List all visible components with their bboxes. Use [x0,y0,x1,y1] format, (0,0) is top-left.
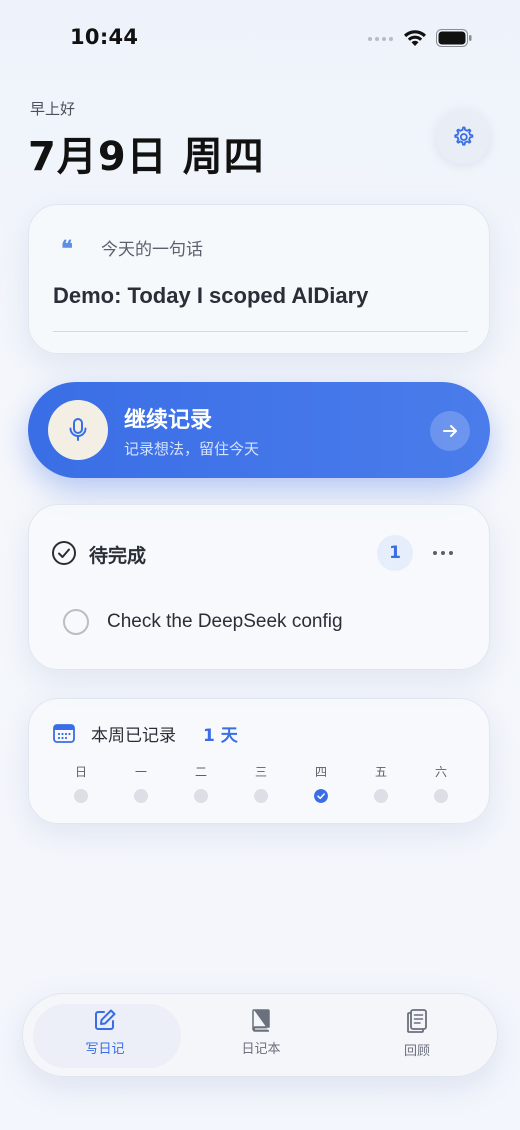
week-label: 本周已记录 [91,726,176,746]
arrow-right-button[interactable] [430,411,470,451]
day-dot [434,789,448,803]
day-recorded-check-icon [314,789,328,803]
day-name: 二 [194,765,207,779]
day-name: 一 [134,765,147,779]
tab-write-diary[interactable]: 写日记 [45,1008,165,1057]
cellular-signal-icon [368,37,393,41]
review-icon [407,1009,427,1033]
quote-icon: ❝ [61,236,73,262]
tab-diary-book[interactable]: 日记本 [201,1008,321,1057]
day-thursday: 四 [306,763,336,803]
day-dot [254,789,268,803]
day-monday: 一 [126,763,156,803]
mic-button[interactable] [48,400,108,460]
todo-title: 待完成 [89,545,147,567]
day-wednesday: 三 [246,763,276,803]
day-name: 三 [254,765,267,779]
day-sunday: 日 [66,763,96,803]
day-dot [134,789,148,803]
day-dot [194,789,208,803]
check-circle-icon [52,541,76,565]
day-dot [374,789,388,803]
day-dot [74,789,88,803]
microphone-icon [69,418,87,441]
tab-label: 写日记 [85,1042,125,1057]
status-bar: 10:44 [0,0,520,72]
daily-quote-card[interactable]: ❝ 今天的一句话 Demo: Today I scoped AIDiary [28,204,490,354]
week-count: 1 天 [203,726,238,746]
arrow-right-icon [443,425,457,437]
quote-label: 今天的一句话 [101,240,203,260]
gear-icon [454,126,474,146]
continue-recording-button[interactable]: 继续记录 记录想法，留住今天 [28,382,490,478]
todo-checkbox[interactable] [63,609,89,635]
page-title-date: 7月9日 周四 [28,134,265,180]
quote-divider [53,331,468,332]
day-tuesday: 二 [186,763,216,803]
edit-icon [95,1009,116,1030]
todo-card: 待完成 1 Check the DeepSeek config [28,504,490,670]
day-name: 日 [74,765,87,779]
status-time: 10:44 [70,25,139,49]
week-record-card[interactable]: 本周已记录 1 天 日 一 二 三 四 五 六 [28,698,490,824]
record-subtitle: 记录想法，留住今天 [124,440,260,458]
tab-review[interactable]: 回顾 [357,1008,477,1059]
quote-text: Demo: Today I scoped AIDiary [53,283,369,308]
day-saturday: 六 [426,763,456,803]
day-name: 六 [434,765,447,779]
todo-item[interactable]: Check the DeepSeek config [63,609,343,635]
more-options-icon[interactable] [433,551,453,555]
day-name: 四 [314,765,327,779]
bottom-tab-bar: 写日记 日记本 回顾 [22,993,498,1077]
day-name: 五 [374,765,387,779]
battery-icon [436,29,472,47]
settings-button[interactable] [436,110,490,164]
todo-item-text: Check the DeepSeek config [107,611,343,632]
wifi-icon [404,30,426,46]
record-title: 继续记录 [124,408,213,433]
day-friday: 五 [366,763,396,803]
tab-label: 日记本 [241,1042,281,1057]
calendar-icon [53,724,75,743]
tab-label: 回顾 [403,1044,430,1059]
greeting-text: 早上好 [30,100,76,118]
todo-count-badge: 1 [377,535,413,571]
book-icon [252,1009,270,1032]
